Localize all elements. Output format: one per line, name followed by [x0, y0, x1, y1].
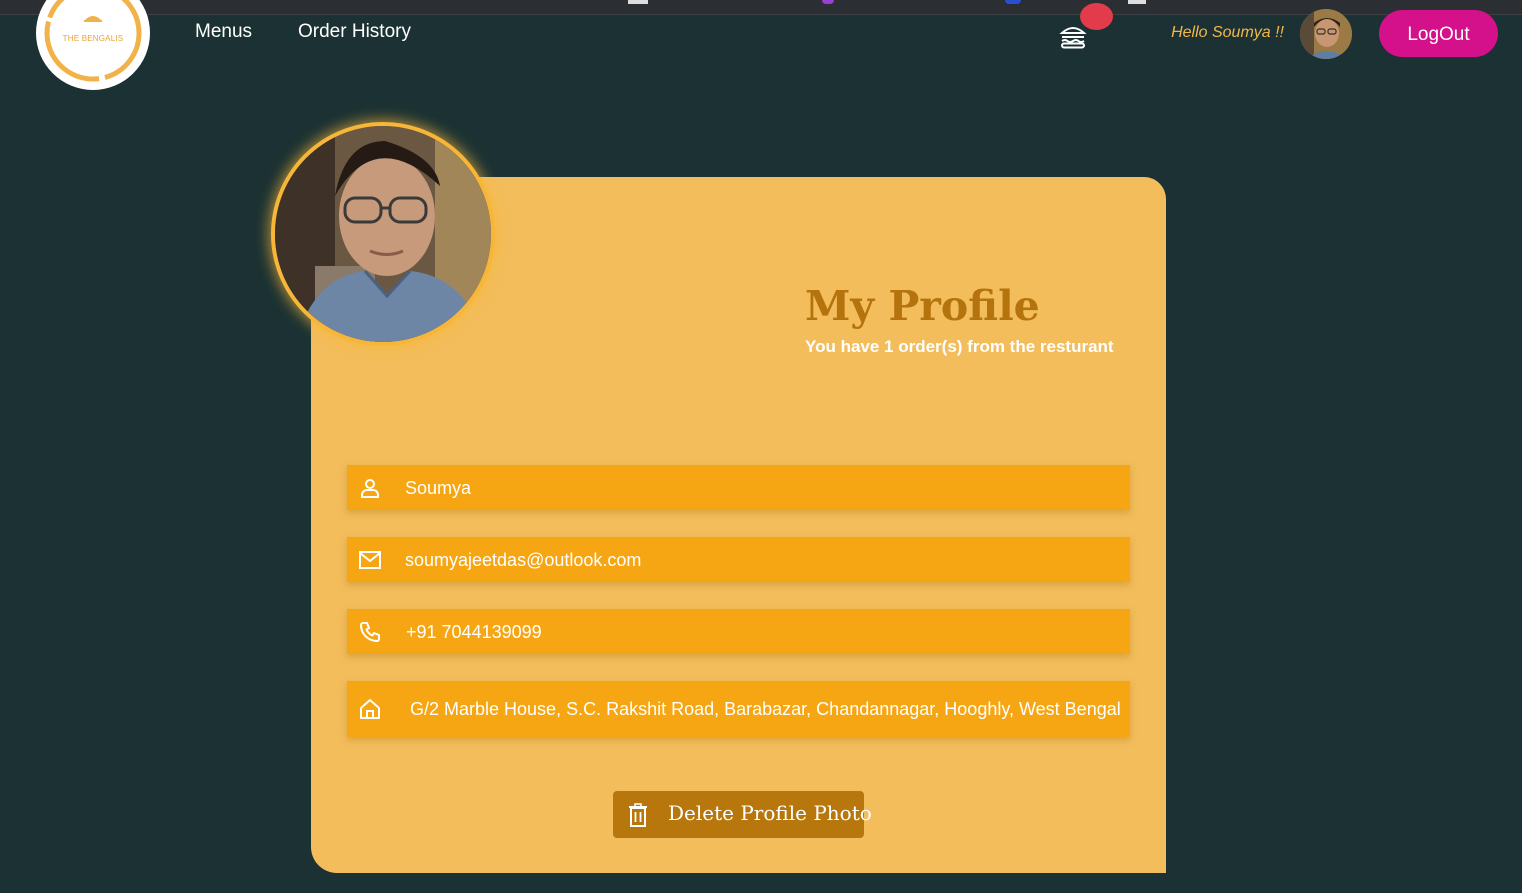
email-value: soumyajeetdas@outlook.com: [405, 550, 642, 570]
name-value: Soumya: [405, 478, 472, 498]
address-field[interactable]: G/2 Marble House, S.C. Rakshit Road, Bar…: [347, 681, 1130, 737]
logo[interactable]: THE BENGALIS: [36, 0, 150, 90]
avatar-photo: [1300, 9, 1352, 59]
email-field[interactable]: soumyajeetdas@outlook.com: [347, 537, 1130, 582]
burger-icon: [1059, 27, 1087, 49]
page-title: My Profile: [805, 282, 1040, 330]
navbar: THE BENGALIS Menus Order History Hello S…: [0, 0, 1522, 90]
delete-profile-photo-button[interactable]: Delete Profile Photo: [613, 791, 872, 838]
profile-photo[interactable]: [271, 122, 495, 346]
phone-icon: [360, 622, 380, 642]
logout-button[interactable]: LogOut: [1379, 10, 1498, 57]
avatar[interactable]: [1300, 9, 1352, 59]
greeting-text: Hello Soumya !!: [1171, 24, 1284, 41]
address-value: G/2 Marble House, S.C. Rakshit Road, Bar…: [410, 699, 1121, 719]
profile-photo-image: [275, 126, 491, 342]
logo-text: THE BENGALIS: [62, 34, 124, 43]
cart-count-badge: [1080, 3, 1113, 30]
delete-profile-photo-label: Delete Profile Photo: [668, 801, 872, 825]
orders-summary: You have 1 order(s) from the resturant: [805, 337, 1114, 356]
mail-icon: [359, 551, 381, 569]
user-icon: [361, 479, 379, 498]
logo-ring-icon: [44, 0, 142, 82]
home-icon: [360, 699, 380, 719]
name-field[interactable]: Soumya: [347, 465, 1130, 510]
trash-icon: [629, 803, 647, 827]
nav-link-order-history[interactable]: Order History: [298, 21, 411, 43]
phone-value: +91 7044139099: [406, 622, 542, 642]
nav-link-menus[interactable]: Menus: [195, 21, 252, 43]
cart-button[interactable]: [1059, 22, 1087, 50]
phone-field[interactable]: +91 7044139099: [347, 609, 1130, 654]
